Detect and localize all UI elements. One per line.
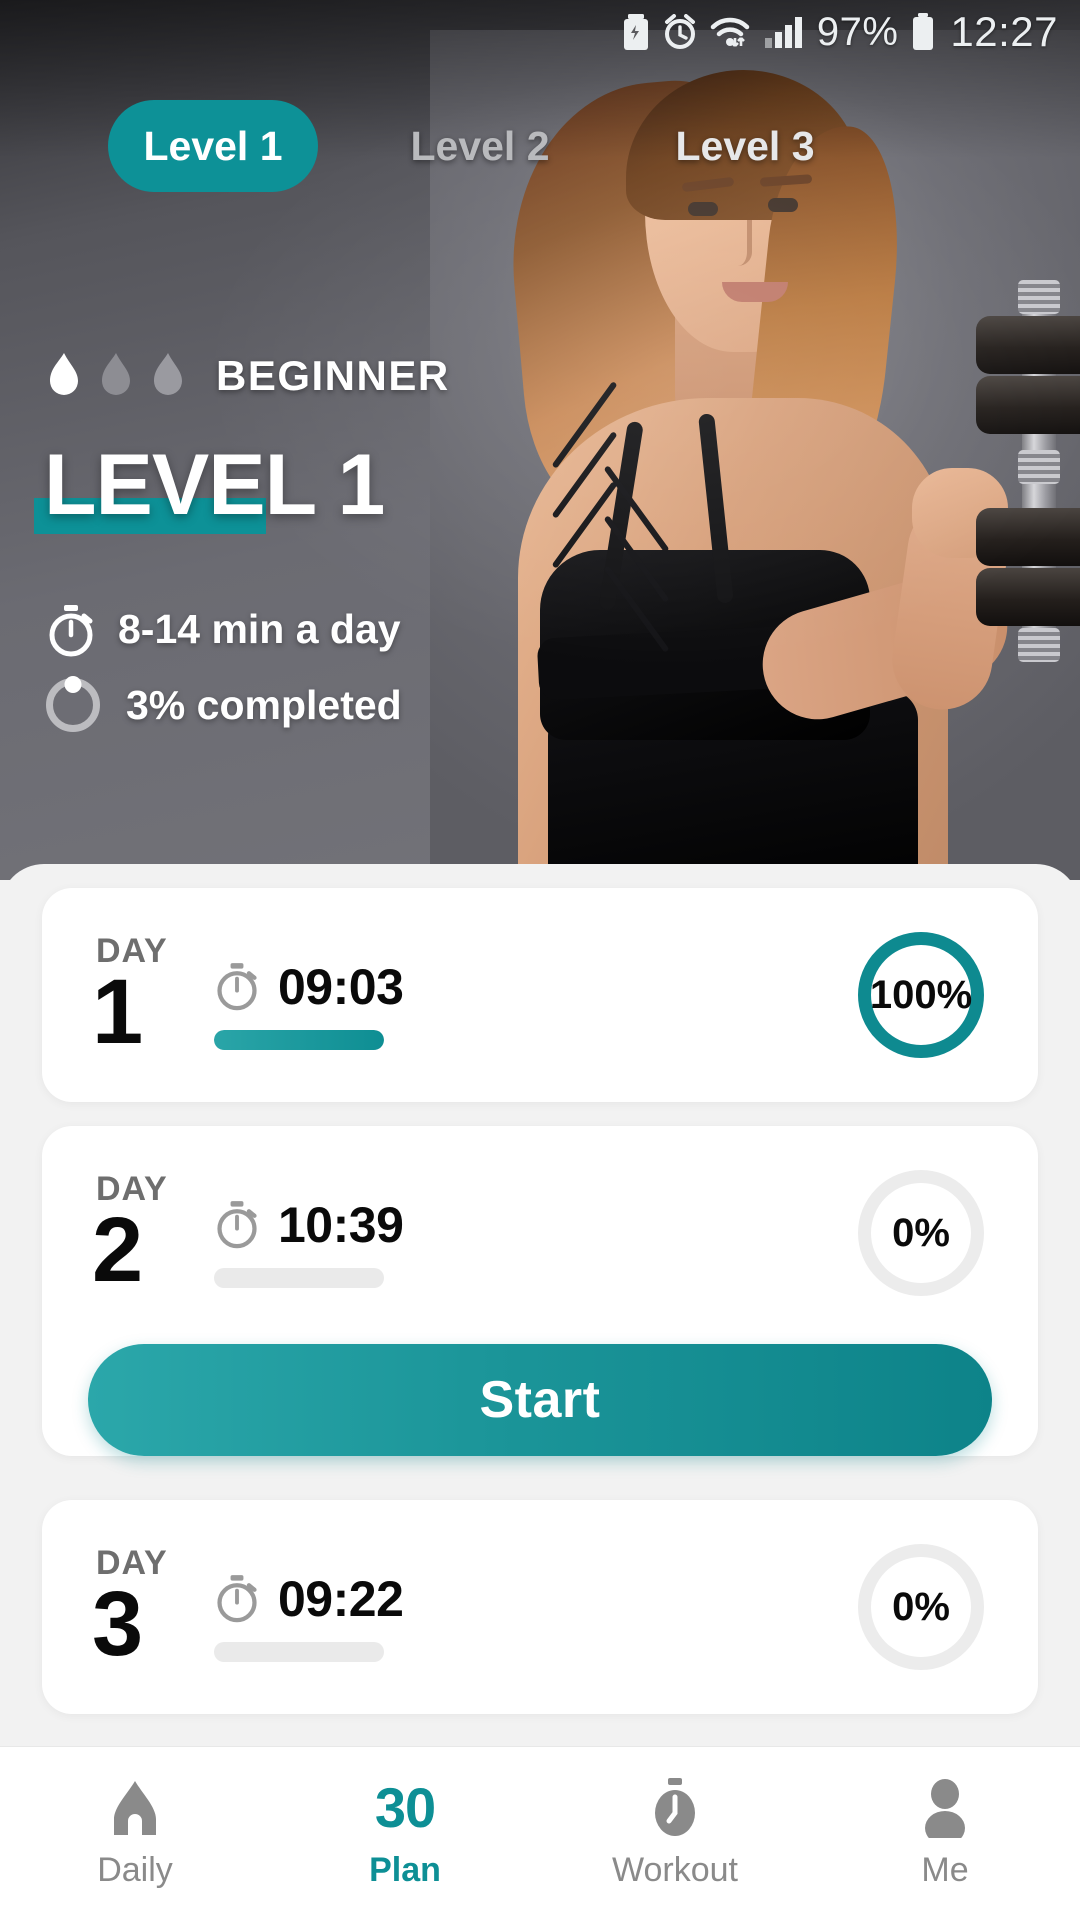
day-duration: 09:03 <box>214 958 404 1016</box>
day-progress-bar <box>214 1030 384 1050</box>
nav-label-daily: Daily <box>97 1851 173 1889</box>
nav-label-workout: Workout <box>612 1851 738 1889</box>
battery-saver-icon <box>621 13 651 51</box>
day-percent-ring: 100% <box>858 932 984 1058</box>
level-title-block: LEVEL 1 <box>34 430 385 540</box>
flame-icon-filled <box>46 353 82 399</box>
day-progress-bar <box>214 1642 384 1662</box>
day-percent-ring: 0% <box>858 1170 984 1296</box>
duration-text: 10:39 <box>278 1197 404 1253</box>
day-percent-ring: 0% <box>858 1544 984 1670</box>
day-card-3[interactable]: DAY 3 09:22 0% <box>42 1500 1038 1714</box>
bottom-navigation: Daily 30 Plan Workout Me <box>0 1746 1080 1920</box>
day-card-2[interactable]: DAY 2 10:39 0% Start <box>42 1126 1038 1456</box>
day-cards[interactable]: DAY 1 09:03 100% DAY 2 10:39 0% Start DA… <box>0 864 1080 1714</box>
tab-level-3[interactable]: Level 3 <box>645 100 845 192</box>
progress-ring-icon <box>46 678 100 732</box>
wifi-icon <box>709 14 751 50</box>
battery-icon <box>910 13 936 51</box>
hero-meta: 8-14 min a day 3% completed <box>46 604 402 732</box>
start-button-label: Start <box>479 1371 601 1429</box>
start-button[interactable]: Start <box>88 1344 992 1456</box>
hero-banner: 97% 12:27 Level 1 Level 2 Level 3 BEGINN… <box>0 0 1080 880</box>
nav-label-me: Me <box>921 1851 969 1889</box>
home-icon <box>104 1777 166 1839</box>
30-badge-icon: 30 <box>374 1776 436 1839</box>
battery-percent: 97% <box>816 9 899 54</box>
page-title: LEVEL 1 <box>44 436 385 533</box>
plan-count: 30 <box>374 1776 436 1839</box>
day-card-1[interactable]: DAY 1 09:03 100% <box>42 888 1038 1102</box>
difficulty-label: BEGINNER <box>216 352 450 399</box>
day-percent-label: 0% <box>892 1584 950 1629</box>
nav-item-workout[interactable]: Workout <box>540 1747 810 1920</box>
level-tabs: Level 1 Level 2 Level 3 <box>0 100 1080 192</box>
stopwatch-icon <box>214 962 260 1012</box>
day-percent-label: 100% <box>869 972 973 1017</box>
duration-text: 8-14 min a day <box>118 605 401 652</box>
duration-text: 09:03 <box>278 959 404 1015</box>
tab-level-2[interactable]: Level 2 <box>380 100 580 192</box>
nav-item-plan[interactable]: 30 Plan <box>270 1747 540 1920</box>
difficulty-indicator: BEGINNER <box>46 352 450 400</box>
status-bar: 97% 12:27 <box>0 0 1080 64</box>
nav-item-daily[interactable]: Daily <box>0 1747 270 1920</box>
completion-row: 3% completed <box>46 678 402 732</box>
day-duration: 10:39 <box>214 1196 404 1254</box>
day-number: 2 <box>92 1199 143 1301</box>
alarm-icon <box>663 14 697 50</box>
day-percent-label: 0% <box>892 1210 950 1255</box>
nav-label-plan: Plan <box>369 1851 441 1889</box>
day-number: 3 <box>92 1573 143 1675</box>
day-duration: 09:22 <box>214 1570 404 1628</box>
flame-icon-empty-2 <box>150 353 186 399</box>
clock-time: 12:27 <box>950 8 1058 55</box>
flame-icon-empty-1 <box>98 353 134 399</box>
person-icon <box>918 1777 972 1839</box>
stopwatch-icon <box>647 1777 703 1839</box>
day-progress-bar <box>214 1268 384 1288</box>
nav-item-me[interactable]: Me <box>810 1747 1080 1920</box>
signal-icon <box>763 14 805 50</box>
duration-row: 8-14 min a day <box>46 604 402 657</box>
completion-text: 3% completed <box>126 681 402 728</box>
stopwatch-icon <box>214 1200 260 1250</box>
tab-level-1[interactable]: Level 1 <box>108 100 318 192</box>
stopwatch-icon <box>46 604 93 657</box>
stopwatch-icon <box>214 1574 260 1624</box>
duration-text: 09:22 <box>278 1571 404 1627</box>
day-progress-fill <box>214 1030 384 1050</box>
day-number: 1 <box>92 961 143 1063</box>
